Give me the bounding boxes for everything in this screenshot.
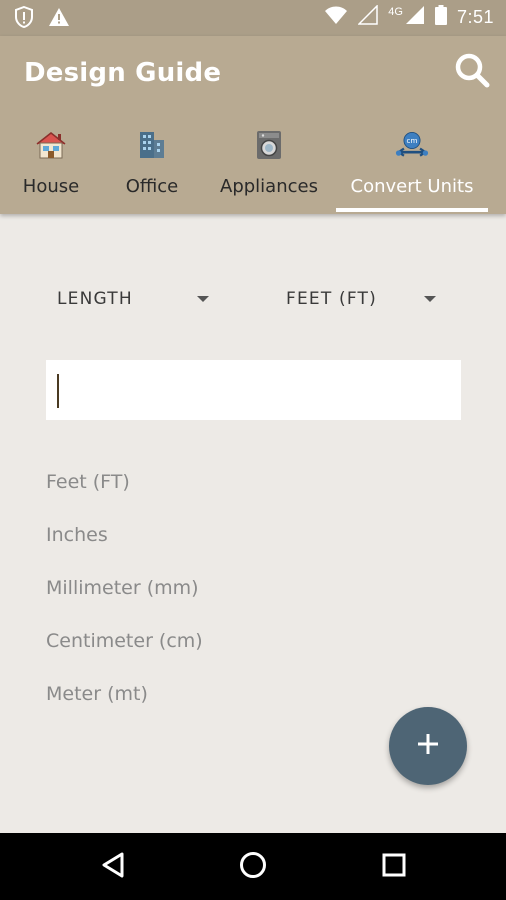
chevron-down-icon — [424, 296, 436, 302]
conversion-results: Feet (FT) Inches Millimeter (mm) Centime… — [46, 468, 203, 733]
battery-icon — [434, 5, 447, 30]
result-inches: Inches — [46, 524, 108, 546]
active-tab-indicator — [336, 208, 488, 212]
category-dropdown[interactable]: LENGTH — [57, 282, 209, 316]
status-bar: 4G 7:51 — [0, 0, 506, 36]
tab-office-label: Office — [125, 176, 179, 197]
washing-machine-icon — [252, 128, 286, 162]
warning-icon — [48, 7, 70, 32]
tab-appliances[interactable]: Appliances — [214, 126, 324, 214]
recents-square-icon — [381, 852, 407, 883]
tab-convert-units-label: Convert Units — [350, 176, 474, 197]
house-icon — [34, 128, 68, 162]
result-millimeter: Millimeter (mm) — [46, 577, 199, 599]
chevron-down-icon — [197, 296, 209, 302]
tab-house[interactable]: House — [12, 126, 90, 214]
search-icon — [454, 52, 490, 93]
svg-text:cm: cm — [407, 136, 418, 145]
plus-icon — [416, 732, 440, 761]
wifi-icon — [324, 5, 348, 30]
text-cursor — [57, 374, 59, 408]
tab-office[interactable]: Office — [112, 126, 192, 214]
category-value: LENGTH — [57, 289, 133, 309]
tab-convert-units[interactable]: cm Convert Units — [336, 126, 488, 214]
app-title: Design Guide — [24, 58, 222, 88]
add-button[interactable] — [389, 707, 467, 785]
nav-recents-button[interactable] — [374, 847, 414, 887]
result-centimeter: Centimeter (cm) — [46, 630, 203, 652]
nav-back-button[interactable] — [93, 847, 133, 887]
shield-alert-icon — [14, 5, 34, 33]
cell-signal-icon — [405, 5, 425, 30]
result-feet: Feet (FT) — [46, 471, 130, 493]
result-meter: Meter (mt) — [46, 683, 148, 705]
app-bar: Design Guide House Office Appliances cm … — [0, 36, 506, 214]
unit-value: FEET (FT) — [286, 289, 377, 309]
nav-home-button[interactable] — [233, 847, 273, 887]
unit-dropdown[interactable]: FEET (FT) — [286, 282, 436, 316]
tab-bar: House Office Appliances cm Convert Units — [0, 126, 506, 214]
home-circle-icon — [238, 850, 268, 885]
signal-empty-icon — [357, 4, 379, 30]
office-building-icon — [135, 128, 169, 162]
search-button[interactable] — [452, 52, 492, 92]
back-triangle-icon — [100, 851, 126, 884]
network-type: 4G — [388, 5, 403, 18]
tab-appliances-label: Appliances — [220, 176, 318, 197]
status-time: 7:51 — [456, 7, 494, 27]
value-input[interactable] — [46, 360, 461, 420]
system-nav-bar — [0, 833, 506, 900]
convert-units-icon: cm — [395, 128, 429, 162]
tab-house-label: House — [22, 176, 80, 197]
